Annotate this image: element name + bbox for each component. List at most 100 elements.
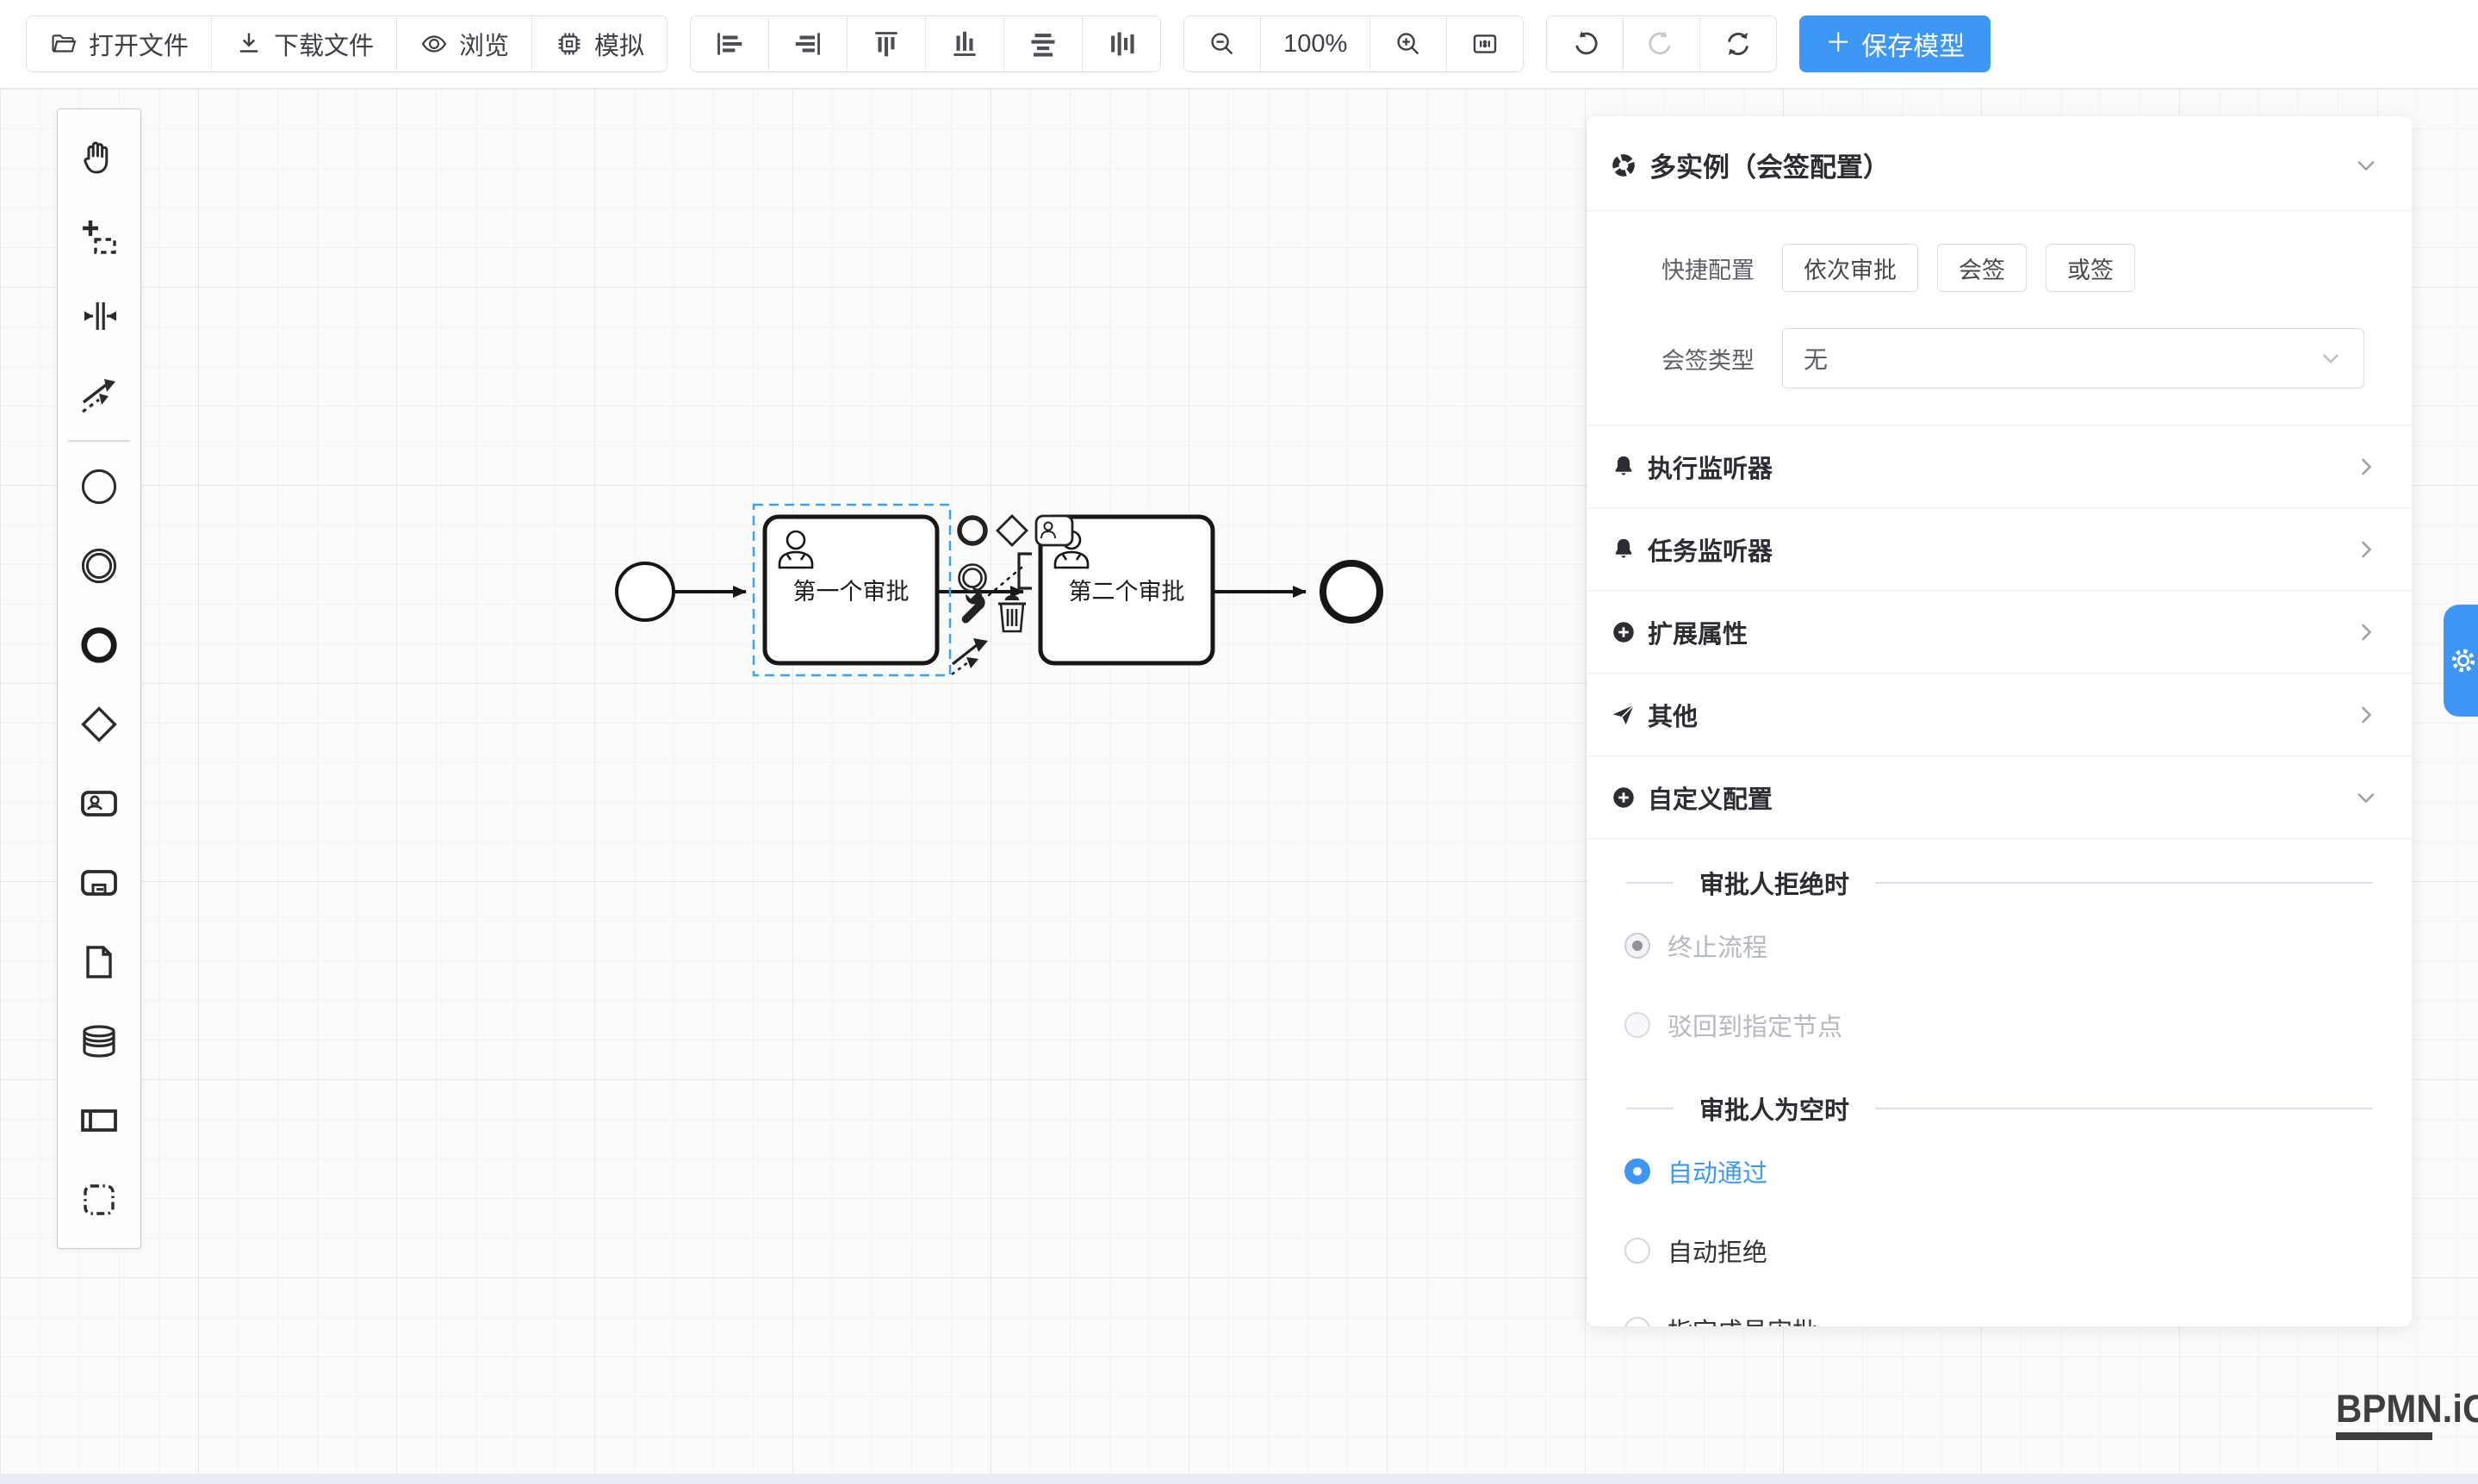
append-gateway-icon[interactable] <box>997 516 1027 545</box>
gateway-icon <box>78 704 120 745</box>
radio-icon <box>1624 1317 1650 1326</box>
countersign-button[interactable]: 会签 <box>1937 244 2027 292</box>
radio-auto-reject[interactable]: 自动拒绝 <box>1624 1211 2412 1290</box>
intermediate-event-icon <box>78 545 120 587</box>
align-right-icon <box>792 28 824 60</box>
radio-icon <box>1624 1238 1650 1264</box>
download-file-label: 下载文件 <box>274 26 374 62</box>
end-event[interactable] <box>1323 563 1380 620</box>
radio-return-to-node[interactable]: 驳回到指定节点 <box>1624 985 2412 1065</box>
create-data-store[interactable] <box>57 1002 141 1081</box>
text-annotation-icon[interactable] <box>1019 554 1032 588</box>
panel-header[interactable]: 多实例（会签配置） <box>1587 116 2412 210</box>
reset-zoom-button[interactable] <box>1699 16 1776 71</box>
file-button-group: 打开文件 下载文件 浏览 模拟 <box>26 16 668 72</box>
folder-open-icon <box>49 29 78 59</box>
section-other[interactable]: 其他 <box>1587 673 2412 755</box>
global-connect-icon <box>78 375 120 416</box>
chevron-right-icon <box>2353 454 2379 480</box>
create-gateway[interactable] <box>57 685 141 764</box>
sequential-approval-button[interactable]: 依次审批 <box>1782 244 1918 292</box>
end-event-icon <box>78 624 120 666</box>
empty-section-title: 审批人为空时 <box>1626 1090 2373 1127</box>
create-data-object[interactable] <box>57 922 141 1002</box>
global-connect-tool[interactable] <box>57 356 141 435</box>
chevron-down-icon <box>2319 346 2343 370</box>
radio-designated-member[interactable]: 指定成员审批 <box>1624 1290 2412 1326</box>
section-execution-listener[interactable]: 执行监听器 <box>1587 425 2412 507</box>
plus-circle-icon <box>1610 784 1637 811</box>
section-extended-properties[interactable]: 扩展属性 <box>1587 590 2412 673</box>
align-left-button[interactable] <box>691 16 768 71</box>
undo-button[interactable] <box>1547 16 1623 71</box>
chevron-down-icon[interactable] <box>2353 152 2379 178</box>
section-task-listener[interactable]: 任务监听器 <box>1587 507 2412 590</box>
align-top-icon <box>870 28 903 60</box>
history-button-group <box>1546 16 1777 72</box>
toolbar: 打开文件 下载文件 浏览 模拟 <box>0 0 2478 89</box>
save-model-label: 保存模型 <box>1861 25 1965 63</box>
append-user-task-icon[interactable] <box>1036 516 1072 545</box>
settings-tab[interactable] <box>2444 605 2478 717</box>
start-event[interactable] <box>617 563 674 620</box>
align-center-horizontal-button[interactable] <box>1003 16 1082 71</box>
task-first-approval[interactable]: 第一个审批 <box>765 517 937 663</box>
fit-viewport-icon <box>1469 28 1500 59</box>
create-intermediate-event[interactable] <box>57 526 141 605</box>
create-user-task[interactable] <box>57 764 141 843</box>
preview-label: 浏览 <box>459 26 509 62</box>
trash-icon[interactable] <box>998 596 1026 631</box>
zoom-level-value: 100% <box>1283 30 1347 59</box>
create-group[interactable] <box>57 1160 141 1239</box>
multi-instance-icon <box>1610 152 1637 179</box>
append-end-event-icon[interactable] <box>960 518 985 543</box>
sign-type-row: 会签类型 无 <box>1587 304 2412 425</box>
connect-tool-icon[interactable] <box>952 638 988 674</box>
bell-icon <box>1610 536 1637 563</box>
task1-label: 第一个审批 <box>793 579 910 605</box>
reset-zoom-icon <box>1723 28 1754 59</box>
align-center-vertical-icon <box>1105 28 1138 60</box>
send-icon <box>1610 701 1637 729</box>
space-tool[interactable] <box>57 276 141 356</box>
fit-viewport-button[interactable] <box>1446 16 1523 71</box>
lasso-tool[interactable] <box>57 197 141 276</box>
align-right-button[interactable] <box>768 16 847 71</box>
section-custom-config[interactable]: 自定义配置 <box>1587 755 2412 838</box>
data-store-icon <box>78 1021 120 1062</box>
open-file-button[interactable]: 打开文件 <box>27 16 211 71</box>
participant-icon <box>78 1100 120 1141</box>
chip-icon <box>555 29 584 59</box>
zoom-in-button[interactable] <box>1369 16 1446 71</box>
gear-icon <box>2449 645 2478 676</box>
redo-button[interactable] <box>1623 16 1699 71</box>
simulate-label: 模拟 <box>594 26 644 62</box>
zoom-out-button[interactable] <box>1184 16 1260 71</box>
preview-button[interactable]: 浏览 <box>396 16 531 71</box>
open-file-label: 打开文件 <box>89 26 189 62</box>
chevron-down-icon <box>2353 785 2379 810</box>
align-bottom-button[interactable] <box>925 16 1003 71</box>
create-end-event[interactable] <box>57 605 141 685</box>
sign-type-label: 会签类型 <box>1661 342 1763 376</box>
simulate-button[interactable]: 模拟 <box>531 16 667 71</box>
radio-terminate-process[interactable]: 终止流程 <box>1624 906 2412 985</box>
zoom-level-button[interactable]: 100% <box>1260 16 1369 71</box>
hand-tool[interactable] <box>57 118 141 197</box>
download-file-button[interactable]: 下载文件 <box>211 16 396 71</box>
radio-auto-pass[interactable]: 自动通过 <box>1624 1132 2412 1211</box>
bpmn-io-logo[interactable]: BPMN.iO <box>2336 1388 2478 1440</box>
or-sign-button[interactable]: 或签 <box>2046 244 2135 292</box>
zoom-out-icon <box>1207 28 1238 59</box>
create-start-event[interactable] <box>57 447 141 526</box>
create-participant[interactable] <box>57 1081 141 1160</box>
save-model-button[interactable]: ＋ 保存模型 <box>1799 16 1990 72</box>
panel-title: 多实例（会签配置） <box>1649 146 1890 184</box>
palette-separator <box>68 440 130 442</box>
sign-type-select[interactable]: 无 <box>1782 328 2364 388</box>
logo-underline <box>2336 1432 2432 1440</box>
align-top-button[interactable] <box>847 16 925 71</box>
quick-config-label: 快捷配置 <box>1661 251 1763 285</box>
create-subprocess[interactable] <box>57 843 141 922</box>
align-center-vertical-button[interactable] <box>1082 16 1160 71</box>
